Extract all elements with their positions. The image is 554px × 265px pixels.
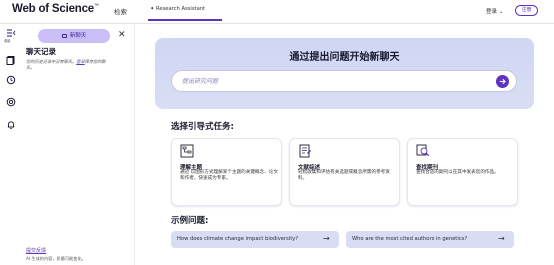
hero-title: 通过提出问题开始新聊天: [289, 52, 400, 63]
hero-panel: 通过提出问题开始新聊天: [155, 38, 534, 109]
bell-icon[interactable]: [6, 120, 16, 130]
chat-history-title: 聊天记录: [26, 47, 56, 56]
example-question-button[interactable]: Who are the most cited authors in geneti…: [346, 231, 514, 248]
example-question-button[interactable]: How does climate change impact biodivers…: [171, 231, 339, 248]
active-tab-indicator: [148, 19, 222, 21]
chat-sidebar: 新聊天 ✕ 聊天记录 您的历史记录中没有聊天。登录保存您的聊天。 提交反馈 AI…: [22, 24, 135, 265]
collapse-icon[interactable]: [6, 28, 16, 38]
nav-research-assistant-label: Research Assistant: [156, 6, 206, 12]
document-icon[interactable]: [6, 55, 16, 65]
new-chat-button[interactable]: 新聊天: [38, 29, 110, 43]
top-bar: Web of Science™ 检索 ✦ Research Assistant …: [0, 0, 554, 24]
arrow-right-icon: [499, 78, 506, 85]
mind-map-icon: [180, 144, 194, 158]
card-description: 查找合适的期刊以在其中发表您的作品。: [416, 170, 499, 175]
target-icon[interactable]: [6, 97, 16, 107]
arrow-right-icon: →: [498, 234, 505, 243]
card-description: 通过 以图形方式理解某个主题的关键概念、论文和作者，快速成为专家。: [180, 170, 278, 181]
task-card-find-journal[interactable]: 查找期刊 查找合适的期刊以在其中发表您的作品。: [407, 138, 518, 206]
nav-search-link[interactable]: 检索: [114, 6, 127, 16]
submit-feedback-link[interactable]: 提交反馈: [26, 247, 46, 254]
register-button[interactable]: 注册: [515, 5, 538, 16]
chat-icon: [61, 33, 67, 38]
web-of-science-logo[interactable]: Web of Science™: [12, 3, 99, 15]
login-label: 登录: [486, 9, 498, 15]
history-empty-prefix: 您的历史记录中没有聊天。: [26, 59, 77, 64]
login-link[interactable]: 登录: [76, 59, 84, 64]
main-content: 通过提出问题开始新聊天 选择引导式任务: 理解主题 通过 以图形方式理解某个主题…: [135, 24, 554, 265]
new-chat-label: 新聊天: [69, 33, 87, 39]
send-button[interactable]: [496, 75, 509, 88]
history-icon[interactable]: [6, 75, 16, 85]
task-card-literature-review[interactable]: 文献综述 轻松收集和评估有关选题或概念所需的参考资料。: [289, 138, 400, 206]
example-question-text: Who are the most cited authors in geneti…: [352, 236, 468, 242]
arrow-right-icon: →: [323, 234, 330, 243]
question-input[interactable]: [182, 75, 482, 88]
sparkle-icon: ✦: [150, 6, 155, 12]
journal-search-icon: [416, 144, 430, 157]
example-question-text: How does climate change impact biodivers…: [177, 236, 299, 242]
login-dropdown[interactable]: 登录 ⌄: [486, 7, 503, 15]
icon-rail: 收起: [0, 24, 22, 265]
card-description: 轻松收集和评估有关选题或概念所需的参考资料。: [298, 170, 390, 181]
task-card-understand-topic[interactable]: 理解主题 通过 以图形方式理解某个主题的关键概念、论文和作者，快速成为专家。: [171, 138, 282, 206]
example-questions-title: 示例问题:: [171, 216, 209, 226]
logo-text: Web of Science: [12, 3, 94, 15]
nav-research-assistant-tab[interactable]: ✦ Research Assistant: [150, 6, 205, 12]
question-input-box: [171, 70, 517, 92]
ai-disclaimer: AI 生成的内容，质量可能变化。: [26, 256, 86, 261]
collapse-label: 收起: [4, 39, 11, 43]
chat-history-empty-message: 您的历史记录中没有聊天。登录保存您的聊天。: [26, 59, 110, 70]
logo-trademark: ™: [94, 3, 99, 9]
chevron-down-icon: ⌄: [498, 9, 504, 15]
guided-tasks-title: 选择引导式任务:: [171, 122, 234, 132]
close-icon[interactable]: ✕: [118, 30, 126, 40]
document-review-icon: [299, 144, 311, 158]
